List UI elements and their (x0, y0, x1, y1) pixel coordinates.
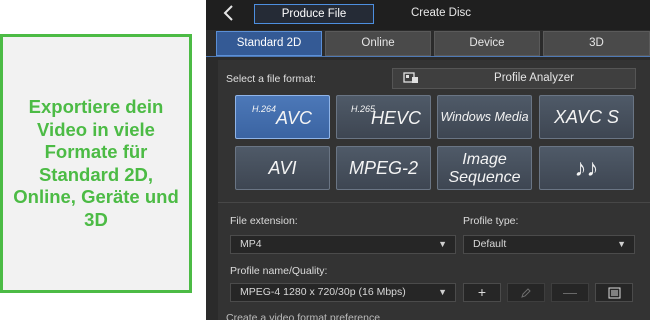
tab-online[interactable]: Online (325, 31, 431, 56)
format-image-sequence-line2: Sequence (448, 169, 521, 186)
format-avc-label: AVC (276, 108, 313, 128)
video-format-preference-label: Create a video format preference (226, 312, 381, 320)
profile-type-dropdown[interactable]: Default ▼ (463, 235, 635, 254)
format-xavc-s-label: XAVC S (553, 107, 620, 127)
add-profile-button[interactable]: + (463, 283, 501, 302)
mode-tabs: Standard 2D Online Device 3D (206, 31, 650, 57)
produce-window: Produce File Create Disc Standard 2D Onl… (206, 0, 650, 320)
format-hevc[interactable]: H.265 HEVC (336, 95, 431, 139)
tab-standard-2d[interactable]: Standard 2D (216, 31, 322, 56)
tab-underline (206, 56, 650, 57)
profile-analyzer-label: Profile Analyzer (494, 72, 574, 84)
chevron-down-icon: ▼ (438, 239, 447, 249)
pencil-icon (521, 288, 531, 298)
remove-profile-button[interactable]: — (551, 283, 589, 302)
profile-name-value: MPEG-4 1280 x 720/30p (16 Mbps) (240, 286, 406, 298)
format-windows-media-label: Windows Media (440, 110, 529, 124)
screenshot-root: Exportiere dein Video in viele Formate f… (0, 0, 650, 320)
chevron-down-icon: ▼ (617, 239, 626, 249)
tab-produce-file[interactable]: Produce File (254, 4, 374, 24)
tab-3d[interactable]: 3D (543, 31, 650, 56)
edit-profile-button[interactable] (507, 283, 545, 302)
format-mpeg2-label: MPEG-2 (348, 158, 418, 178)
profile-type-label: Profile type: (463, 215, 519, 227)
format-avc-sup: H.264 (252, 104, 277, 114)
file-extension-value: MP4 (240, 238, 262, 250)
format-xavc-s[interactable]: XAVC S (539, 95, 634, 139)
list-icon (608, 287, 620, 299)
callout-text: Exportiere dein Video in viele Formate f… (13, 96, 179, 230)
file-extension-dropdown[interactable]: MP4 ▼ (230, 235, 456, 254)
format-avc[interactable]: H.264 AVC (235, 95, 330, 139)
profile-analyzer-button[interactable]: Profile Analyzer (392, 68, 636, 89)
file-extension-label: File extension: (230, 215, 298, 227)
select-format-label: Select a file format: (226, 73, 316, 85)
audio-icon: ♪♪ (574, 155, 599, 182)
chevron-left-icon[interactable] (222, 3, 242, 25)
format-audio[interactable]: ♪♪ (539, 146, 634, 190)
format-avi-label: AVI (268, 158, 297, 178)
format-image-sequence[interactable]: Image Sequence (437, 146, 532, 190)
tab-create-disc[interactable]: Create Disc (396, 4, 486, 24)
tab-device[interactable]: Device (434, 31, 540, 56)
section-divider (218, 202, 650, 203)
format-image-sequence-line1: Image (462, 151, 507, 168)
format-avi[interactable]: AVI (235, 146, 330, 190)
feature-callout: Exportiere dein Video in viele Formate f… (0, 34, 192, 293)
top-bar: Produce File Create Disc (206, 0, 650, 30)
format-hevc-label: HEVC (371, 108, 422, 128)
profile-details-button[interactable] (595, 283, 633, 302)
format-mpeg2[interactable]: MPEG-2 (336, 146, 431, 190)
profile-type-value: Default (473, 238, 507, 250)
chevron-down-icon: ▼ (438, 287, 447, 297)
format-windows-media[interactable]: Windows Media (437, 95, 532, 139)
profile-name-label: Profile name/Quality: (230, 265, 328, 277)
profile-name-dropdown[interactable]: MPEG-4 1280 x 720/30p (16 Mbps) ▼ (230, 283, 456, 302)
